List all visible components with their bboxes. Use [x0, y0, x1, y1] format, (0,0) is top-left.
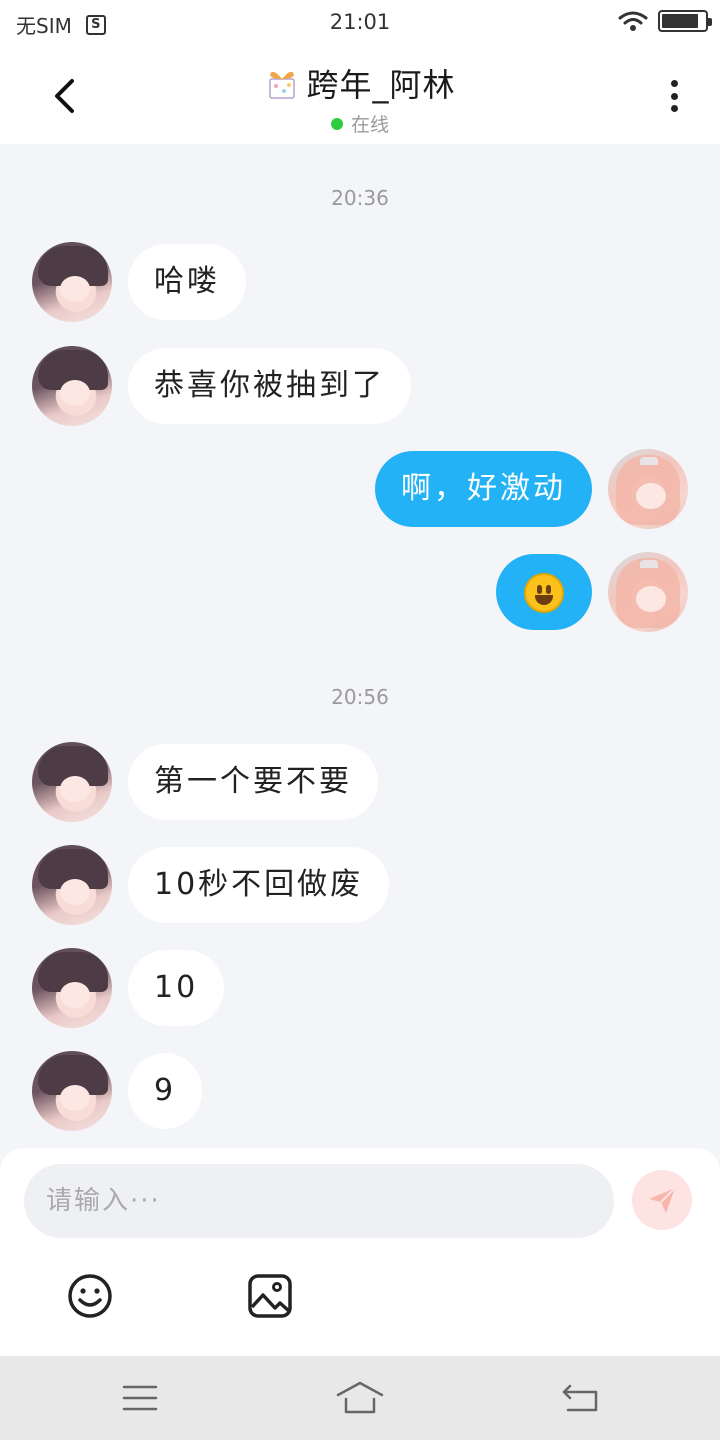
- image-button[interactable]: [242, 1268, 298, 1324]
- nav-back-button[interactable]: [556, 1376, 604, 1420]
- nav-home-button[interactable]: [336, 1376, 384, 1420]
- message-bubble[interactable]: 10: [128, 950, 225, 1026]
- emoji-icon: [68, 1274, 112, 1318]
- message-bubble[interactable]: 10秒不回做废: [128, 847, 390, 923]
- send-icon: [649, 1187, 676, 1213]
- my-avatar[interactable]: [608, 552, 688, 632]
- menu-icon: [122, 1385, 158, 1411]
- status-bar: 无SIM S 21:01: [0, 0, 720, 48]
- message-timestamp: 20:36: [331, 186, 389, 210]
- message-row: [496, 552, 688, 632]
- back-icon: [562, 1384, 598, 1412]
- message-bubble[interactable]: [496, 554, 592, 630]
- message-row: 第一个要不要: [32, 742, 378, 822]
- online-dot-icon: [330, 117, 343, 130]
- battery-level: [662, 14, 698, 28]
- more-options-button[interactable]: [658, 74, 690, 118]
- message-row: 啊，好激动: [375, 449, 688, 529]
- more-vertical-icon: [670, 80, 678, 87]
- message-input[interactable]: [24, 1164, 614, 1238]
- message-composer: [0, 1148, 720, 1356]
- friend-avatar[interactable]: [32, 1051, 112, 1131]
- smiley-emoji-icon: [524, 572, 564, 613]
- send-button[interactable]: [632, 1170, 692, 1230]
- friend-avatar[interactable]: [32, 242, 112, 322]
- wifi-icon: [618, 11, 648, 31]
- online-status-text: 在线: [350, 114, 389, 136]
- message-bubble[interactable]: 恭喜你被抽到了: [128, 348, 411, 424]
- message-bubble[interactable]: 9: [128, 1053, 203, 1129]
- online-status: 在线: [330, 110, 389, 137]
- message-row: 恭喜你被抽到了: [32, 346, 411, 426]
- message-row: 9: [32, 1051, 203, 1131]
- chat-header: 跨年_阿林 在线: [0, 48, 720, 144]
- message-row: 10秒不回做废: [32, 845, 390, 925]
- battery-icon: [658, 10, 712, 32]
- friend-avatar[interactable]: [32, 742, 112, 822]
- friend-avatar[interactable]: [32, 346, 112, 426]
- system-navigation-bar: [0, 1356, 720, 1440]
- chat-title-area: 跨年_阿林 在线: [0, 60, 720, 137]
- more-dot: [670, 105, 678, 112]
- nav-menu-button[interactable]: [116, 1376, 164, 1420]
- my-avatar[interactable]: [608, 449, 688, 529]
- more-dot: [670, 92, 678, 100]
- friend-avatar[interactable]: [32, 845, 112, 925]
- status-right: [618, 10, 712, 32]
- home-icon: [336, 1381, 384, 1414]
- message-bubble[interactable]: 第一个要不要: [128, 744, 378, 820]
- gift-icon: [269, 71, 296, 99]
- message-bubble[interactable]: 啊，好激动: [375, 451, 592, 527]
- emoji-button[interactable]: [62, 1268, 118, 1324]
- message-bubble[interactable]: 哈喽: [128, 244, 246, 320]
- message-timestamp: 20:56: [331, 685, 389, 709]
- message-row: 10: [32, 948, 225, 1028]
- message-row: 哈喽: [32, 242, 246, 322]
- chat-messages[interactable]: 20:36 哈喽 恭喜你被抽到了 啊，好激动 20:56 第一个要不要 10秒不…: [0, 144, 720, 1148]
- status-time: 21:01: [329, 10, 391, 34]
- chat-title: 跨年_阿林: [306, 66, 456, 104]
- friend-avatar[interactable]: [32, 948, 112, 1028]
- image-icon: [248, 1274, 292, 1318]
